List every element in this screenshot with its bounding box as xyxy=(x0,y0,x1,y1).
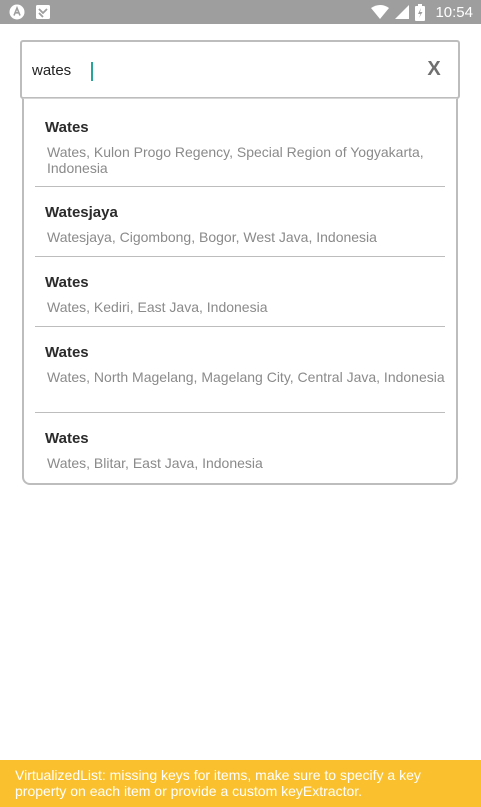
app-notification-icon xyxy=(9,4,25,20)
yellow-box-warning[interactable]: VirtualizedList: missing keys for items,… xyxy=(0,760,481,807)
list-item[interactable]: Watesjaya Watesjaya, Cigombong, Bogor, W… xyxy=(35,187,445,257)
list-item[interactable]: Wates Wates, Kulon Progo Regency, Specia… xyxy=(35,99,445,187)
battery-icon xyxy=(415,3,426,21)
text-cursor xyxy=(91,62,93,81)
results-list[interactable]: Wates Wates, Kulon Progo Regency, Specia… xyxy=(22,98,458,485)
signal-icon xyxy=(395,5,410,19)
list-item[interactable]: Wates Wates, North Magelang, Magelang Ci… xyxy=(35,327,445,413)
list-item[interactable]: Wates Wates, Kediri, East Java, Indonesi… xyxy=(35,257,445,327)
wifi-icon xyxy=(371,5,390,19)
result-subtitle: Wates, Kulon Progo Regency, Special Regi… xyxy=(47,144,424,176)
result-title: Wates xyxy=(45,119,89,136)
status-time: 10:54 xyxy=(435,3,473,21)
result-title: Watesjaya xyxy=(45,204,118,221)
warning-text: VirtualizedList: missing keys for items,… xyxy=(15,767,421,799)
result-subtitle: Wates, North Magelang, Magelang City, Ce… xyxy=(47,369,445,385)
result-title: Wates xyxy=(45,430,89,447)
result-subtitle: Wates, Kediri, East Java, Indonesia xyxy=(47,299,268,315)
list-item[interactable]: Wates Wates, Blitar, East Java, Indonesi… xyxy=(35,413,445,483)
result-title: Wates xyxy=(45,274,89,291)
search-box[interactable]: X xyxy=(20,40,460,99)
status-bar-right: 10:54 xyxy=(371,3,473,21)
result-subtitle: Watesjaya, Cigombong, Bogor, West Java, … xyxy=(47,229,377,245)
clear-search-button[interactable]: X xyxy=(414,42,454,97)
result-subtitle: Wates, Blitar, East Java, Indonesia xyxy=(47,455,263,471)
status-bar-left xyxy=(9,4,51,20)
download-notification-icon xyxy=(35,4,51,20)
status-bar: 10:54 xyxy=(0,0,481,24)
search-input[interactable] xyxy=(22,42,414,97)
result-title: Wates xyxy=(45,344,89,361)
